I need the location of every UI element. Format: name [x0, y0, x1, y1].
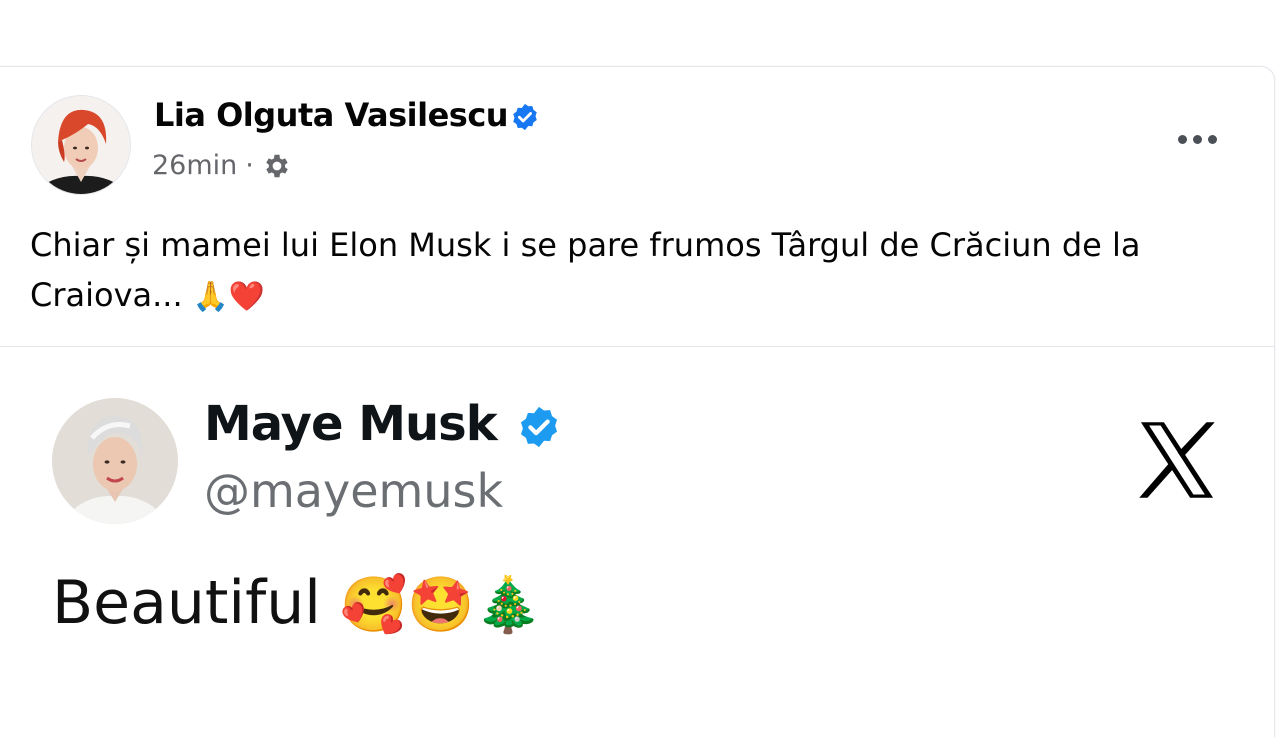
- tweet-handle: @mayemusk: [204, 464, 504, 518]
- post-emojis: 🙏❤️: [192, 279, 266, 313]
- x-logo-icon: [1136, 420, 1218, 500]
- tweet-text: Beautiful 🥰🤩🎄: [52, 568, 542, 638]
- gear-icon[interactable]: [262, 151, 292, 181]
- author-name[interactable]: Lia Olguta Vasilescu: [154, 96, 509, 134]
- post-timestamp[interactable]: 26min: [152, 150, 237, 181]
- author-avatar[interactable]: [32, 96, 130, 194]
- verified-badge-icon: [510, 102, 540, 132]
- post-divider: [0, 346, 1274, 347]
- post-meta: 26min ·: [152, 150, 292, 181]
- more-dot: [1207, 134, 1217, 144]
- more-dot: [1192, 134, 1202, 144]
- post-text: Chiar și mamei lui Elon Musk i se pare f…: [30, 220, 1250, 321]
- tweet-emojis: 🥰🤩🎄: [339, 573, 542, 636]
- meta-separator: ·: [245, 150, 254, 181]
- tweet-verified-icon: [516, 404, 562, 450]
- more-dot: [1177, 134, 1187, 144]
- more-options-icon[interactable]: [1170, 124, 1224, 154]
- tweet-display-name: Maye Musk: [204, 396, 498, 452]
- tweet-avatar: [52, 398, 178, 524]
- tweet-body: Beautiful: [52, 568, 321, 638]
